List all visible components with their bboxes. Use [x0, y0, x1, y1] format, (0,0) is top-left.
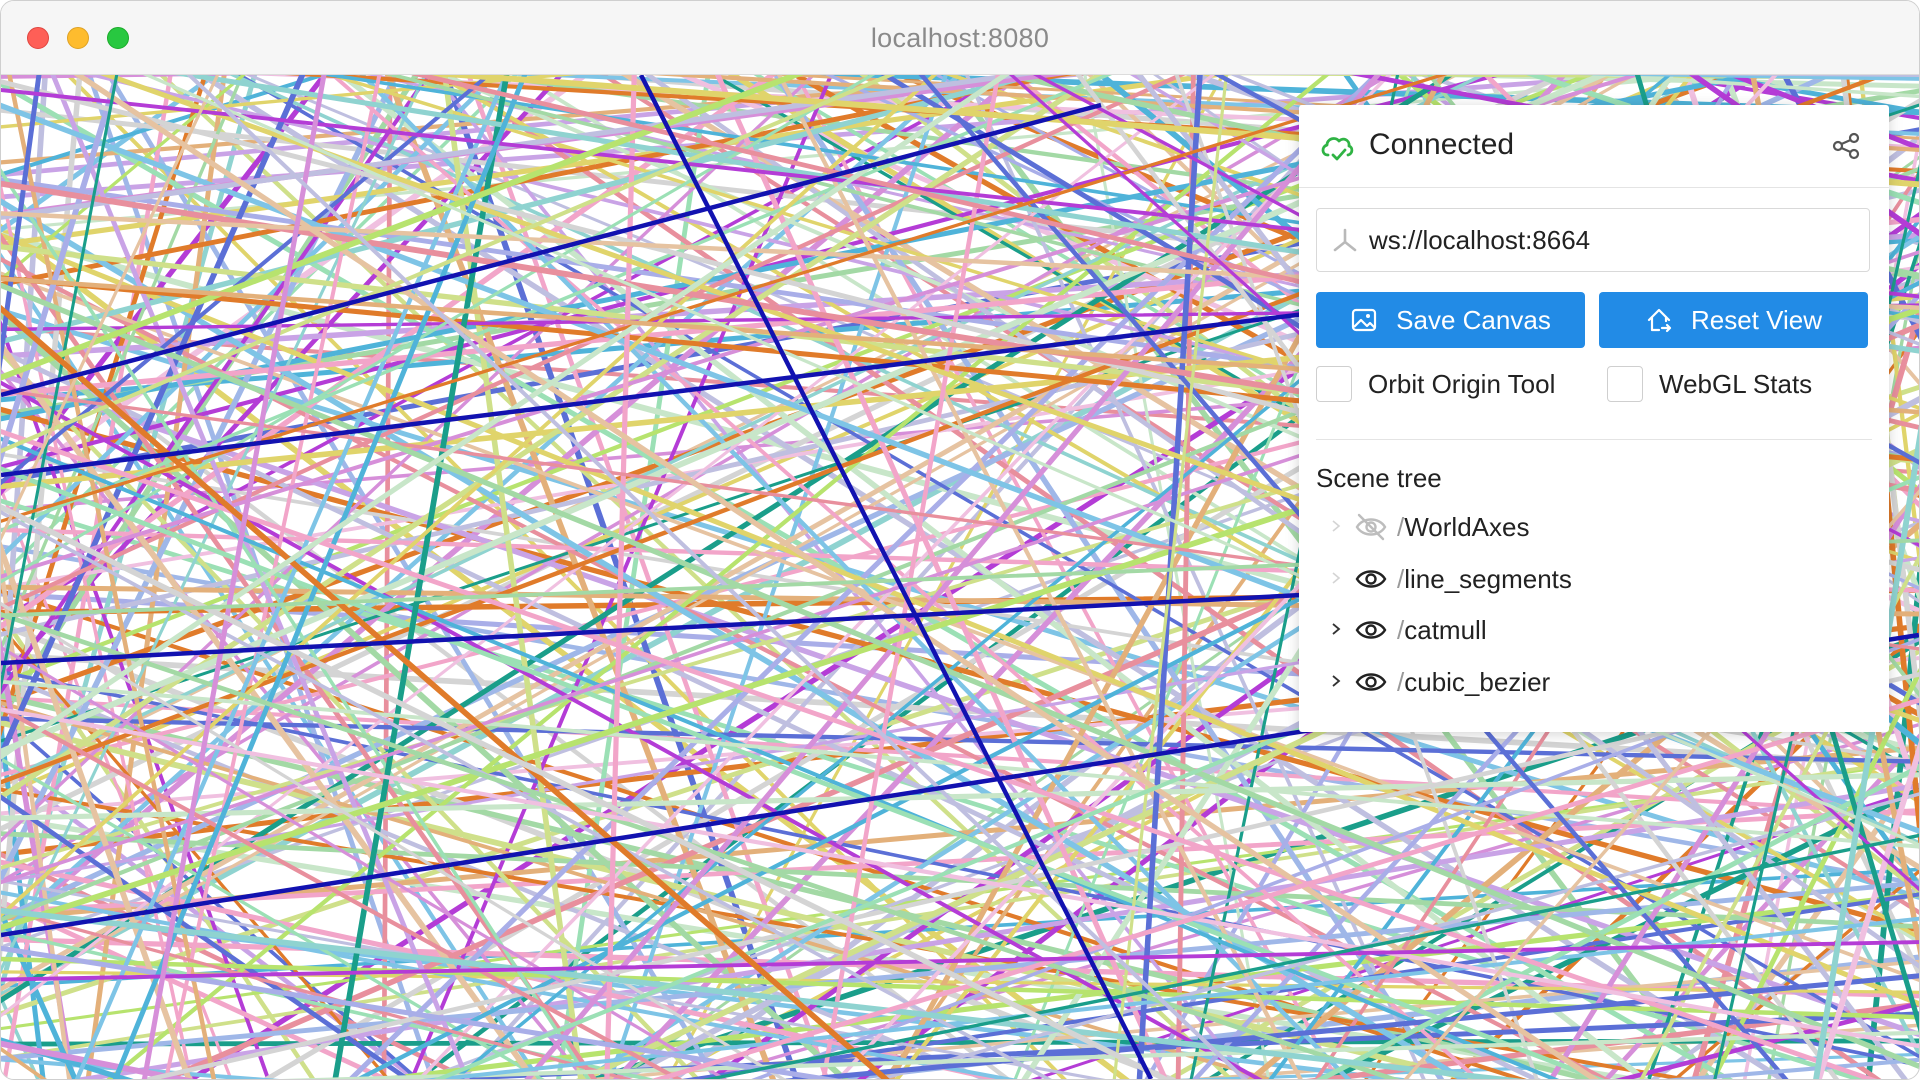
tree-node-label: /line_segments: [1397, 564, 1572, 594]
browser-window: localhost:8080 Connected ws://localhost:…: [0, 0, 1920, 1080]
connection-status: Connected: [1369, 128, 1515, 161]
eye-icon[interactable]: [1353, 563, 1389, 595]
tree-node-line-segments[interactable]: /line_segments: [1299, 557, 1889, 601]
home-move-icon: [1647, 308, 1672, 333]
webgl-stats-box[interactable]: [1607, 366, 1643, 402]
server-url-field[interactable]: [1316, 208, 1870, 272]
server-url-input[interactable]: [1369, 209, 1859, 271]
chevron-right-icon[interactable]: [1330, 518, 1342, 534]
eye-icon[interactable]: [1353, 666, 1389, 698]
window-title: localhost:8080: [870, 23, 1050, 53]
chevron-right-icon[interactable]: [1330, 673, 1342, 689]
tree-node-worldaxes[interactable]: /WorldAxes: [1299, 505, 1889, 549]
control-panel: Connected Save Canvas: [1299, 105, 1889, 732]
tree-node-catmull[interactable]: /catmull: [1299, 608, 1889, 652]
photo-icon: [1352, 308, 1377, 332]
chevron-right-icon[interactable]: [1330, 621, 1342, 637]
reset-view-label: Reset View: [1690, 304, 1823, 335]
save-canvas-button[interactable]: Save Canvas: [1316, 292, 1585, 348]
orbit-origin-tool-checkbox[interactable]: Orbit Origin Tool: [1316, 366, 1555, 402]
tree-node-label: /catmull: [1397, 615, 1487, 645]
eye-off-icon[interactable]: [1353, 511, 1389, 543]
webgl-stats-checkbox[interactable]: WebGL Stats: [1607, 366, 1812, 402]
eye-icon[interactable]: [1353, 614, 1389, 646]
title-bar: localhost:8080: [1, 1, 1919, 75]
tree-node-label: /cubic_bezier: [1397, 667, 1551, 697]
panel-divider: [1316, 439, 1872, 440]
reset-view-button[interactable]: Reset View: [1599, 292, 1868, 348]
orbit-origin-tool-label: Orbit Origin Tool: [1368, 368, 1556, 399]
save-canvas-label: Save Canvas: [1396, 304, 1551, 335]
share-icon[interactable]: [1831, 131, 1861, 161]
webgl-stats-label: WebGL Stats: [1659, 368, 1813, 399]
orbit-origin-tool-box[interactable]: [1316, 366, 1352, 402]
scene-line-segment: [381, 75, 393, 1079]
scene-tree-title: Scene tree: [1316, 463, 1442, 493]
tree-node-cubic-bezier[interactable]: /cubic_bezier: [1299, 660, 1889, 704]
panel-header: Connected: [1299, 105, 1889, 188]
tree-node-label: /WorldAxes: [1397, 512, 1530, 542]
cloud-check-icon: [1321, 137, 1354, 161]
plug-icon: [1333, 228, 1357, 252]
chevron-right-icon[interactable]: [1330, 570, 1342, 586]
